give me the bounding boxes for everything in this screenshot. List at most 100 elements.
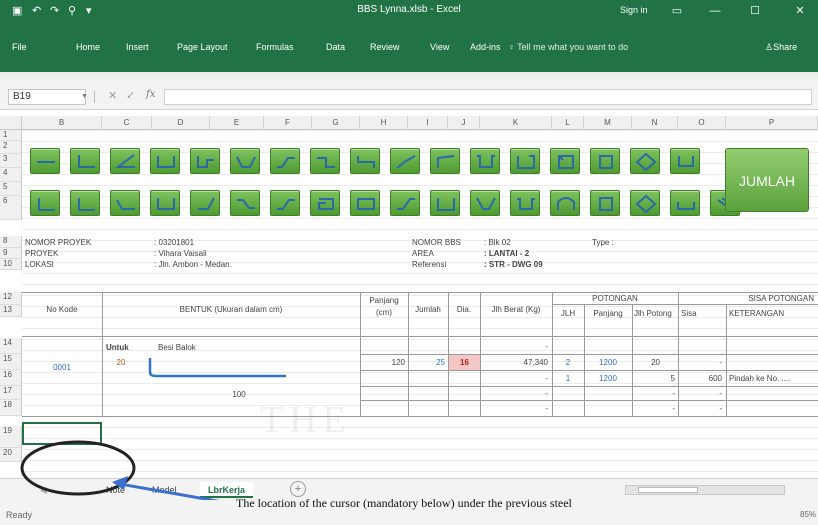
shape-trough-button[interactable] bbox=[230, 148, 260, 174]
shape-crank-button[interactable] bbox=[270, 148, 300, 174]
bar-shape-drawing bbox=[148, 358, 286, 378]
row16-sisa: 600 bbox=[708, 374, 722, 383]
box-bar-icon bbox=[599, 155, 613, 169]
shape-hook-button[interactable] bbox=[390, 190, 420, 216]
column-header[interactable]: D bbox=[152, 116, 210, 130]
row-header[interactable]: 13 bbox=[0, 305, 22, 317]
name-box[interactable]: B19 ▼ bbox=[8, 89, 88, 105]
shape-z-button[interactable] bbox=[310, 148, 340, 174]
column-header[interactable]: K bbox=[480, 116, 552, 130]
column-header[interactable]: P bbox=[726, 116, 818, 130]
column-header[interactable]: C bbox=[102, 116, 152, 130]
shape-bend-button[interactable] bbox=[390, 148, 420, 174]
row-header[interactable]: 1 bbox=[0, 130, 22, 141]
enter-icon[interactable]: ✓ bbox=[126, 89, 135, 102]
column-header[interactable]: F bbox=[264, 116, 312, 130]
shape-u-button[interactable] bbox=[150, 148, 180, 174]
bend-bar-icon bbox=[396, 155, 416, 169]
shape-s-button[interactable] bbox=[350, 148, 380, 174]
tab-review[interactable]: Review bbox=[370, 42, 400, 52]
maximize-button[interactable]: ☐ bbox=[745, 3, 765, 19]
tab-add-ins[interactable]: Add-ins bbox=[470, 42, 501, 52]
jumlah-button[interactable]: JUMLAH bbox=[725, 148, 809, 212]
row-header[interactable]: 14 bbox=[0, 338, 22, 354]
shape-channel-button[interactable] bbox=[510, 148, 540, 174]
shape-j-button[interactable] bbox=[190, 190, 220, 216]
column-header[interactable]: O bbox=[678, 116, 726, 130]
shape-hook-button[interactable] bbox=[430, 148, 460, 174]
row-header[interactable]: 16 bbox=[0, 370, 22, 386]
row-header[interactable]: 17 bbox=[0, 386, 22, 400]
shape-rectangle-button[interactable] bbox=[350, 190, 380, 216]
row-header[interactable]: 10 bbox=[0, 259, 22, 270]
row17-sisa: - bbox=[719, 389, 722, 398]
zoom-level[interactable]: 85% bbox=[800, 510, 816, 519]
chevron-down-icon[interactable]: ▼ bbox=[81, 90, 88, 104]
row-header[interactable]: 2 bbox=[0, 141, 22, 154]
column-header[interactable]: H bbox=[360, 116, 408, 130]
share-button[interactable]: ♙Share bbox=[765, 42, 797, 53]
column-header[interactable]: I bbox=[408, 116, 448, 130]
shape-v-button[interactable] bbox=[470, 190, 500, 216]
column-header[interactable]: L bbox=[552, 116, 584, 130]
tell-me-box[interactable]: ♀ Tell me what you want to do bbox=[508, 42, 628, 52]
column-header[interactable]: E bbox=[210, 116, 264, 130]
select-all-button[interactable] bbox=[0, 116, 22, 130]
tab-file[interactable]: File bbox=[12, 42, 27, 52]
shape-channel-button[interactable] bbox=[430, 190, 460, 216]
shape-diamond-button[interactable] bbox=[630, 190, 660, 216]
formula-input[interactable] bbox=[164, 89, 812, 105]
row-header[interactable]: 12 bbox=[0, 292, 22, 305]
shape-double-u-button[interactable] bbox=[470, 148, 500, 174]
row-header[interactable]: 6 bbox=[0, 196, 22, 220]
row-header[interactable]: 15 bbox=[0, 354, 22, 370]
shape-tray-button[interactable] bbox=[670, 190, 700, 216]
shape-square-button[interactable] bbox=[590, 190, 620, 216]
shape-ramp-button[interactable] bbox=[270, 190, 300, 216]
tab-home[interactable]: Home bbox=[76, 42, 100, 52]
formula-bar: B19 ▼ ✕ ✓ fx bbox=[0, 84, 818, 110]
column-header[interactable]: M bbox=[584, 116, 632, 130]
minimize-button[interactable]: — bbox=[705, 3, 725, 19]
shape-u-button[interactable] bbox=[150, 190, 180, 216]
tab-data[interactable]: Data bbox=[326, 42, 345, 52]
row-header[interactable]: 8 bbox=[0, 236, 22, 248]
shape-slant-button[interactable] bbox=[110, 190, 140, 216]
shape-stirrup-button[interactable] bbox=[550, 148, 580, 174]
bentuk-header: BENTUK (Ukuran dalam cm) bbox=[179, 305, 283, 314]
shape-straight-button[interactable] bbox=[30, 148, 60, 174]
shape-straight-button[interactable] bbox=[30, 190, 60, 216]
shape-offset-button[interactable] bbox=[230, 190, 260, 216]
cancel-icon[interactable]: ✕ bbox=[108, 89, 117, 102]
shape-box-button[interactable] bbox=[590, 148, 620, 174]
column-header[interactable]: B bbox=[22, 116, 102, 130]
shape-loop-button[interactable] bbox=[310, 190, 340, 216]
cup-bar-icon bbox=[678, 156, 694, 167]
row-header[interactable]: 3 bbox=[0, 154, 22, 168]
shape-step-button[interactable] bbox=[190, 148, 220, 174]
tab-insert[interactable]: Insert bbox=[126, 42, 149, 52]
tab-page-layout[interactable]: Page Layout bbox=[177, 42, 228, 52]
shape-arch-button[interactable] bbox=[550, 190, 580, 216]
tab-formulas[interactable]: Formulas bbox=[256, 42, 294, 52]
shape-u-flange-button[interactable] bbox=[510, 190, 540, 216]
row-header[interactable]: 9 bbox=[0, 248, 22, 259]
shape-diamond-button[interactable] bbox=[630, 148, 660, 174]
row-header[interactable]: 4 bbox=[0, 168, 22, 182]
row17-berat: - bbox=[545, 389, 548, 398]
close-button[interactable]: ✕ bbox=[790, 3, 810, 19]
shape-cup-button[interactable] bbox=[670, 148, 700, 174]
shape-l-button[interactable] bbox=[70, 148, 100, 174]
shape-l-button[interactable] bbox=[70, 190, 100, 216]
tray-bar-icon bbox=[677, 202, 695, 210]
sign-in-link[interactable]: Sign in bbox=[620, 5, 648, 15]
column-header[interactable]: N bbox=[632, 116, 678, 130]
column-header[interactable]: G bbox=[312, 116, 360, 130]
ribbon-display-icon[interactable]: ▭ bbox=[667, 3, 687, 19]
table-border bbox=[360, 370, 818, 371]
shape-angle-button[interactable] bbox=[110, 148, 140, 174]
column-header[interactable]: J bbox=[448, 116, 480, 130]
tab-view[interactable]: View bbox=[430, 42, 449, 52]
insert-function-icon[interactable]: fx bbox=[146, 89, 155, 100]
row-header[interactable]: 5 bbox=[0, 182, 22, 196]
